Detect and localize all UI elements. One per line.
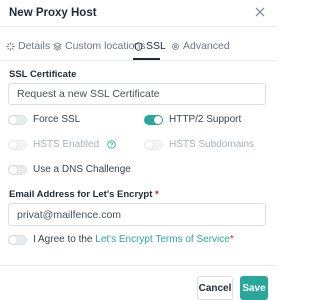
dns-challenge-label: Use a DNS Challenge bbox=[33, 164, 131, 175]
footer-divider bbox=[0, 265, 277, 266]
header-divider bbox=[0, 26, 277, 27]
ssl-certificate-value: Request a new SSL Certificate bbox=[17, 88, 160, 100]
modal-header: New Proxy Host bbox=[0, 0, 277, 26]
tab-details[interactable]: Details bbox=[6, 34, 50, 58]
dns-challenge-row: Use a DNS Challenge bbox=[8, 164, 131, 175]
tab-advanced-label: Advanced bbox=[183, 40, 230, 52]
shield-icon bbox=[134, 41, 143, 51]
bolt-icon bbox=[6, 41, 15, 51]
save-button[interactable]: Save bbox=[240, 276, 268, 300]
tab-details-label: Details bbox=[18, 40, 51, 52]
email-field[interactable]: privat@mailfence.com bbox=[8, 203, 266, 226]
terms-of-service-link[interactable]: Let's Encrypt Terms of Service bbox=[95, 234, 230, 245]
email-value: privat@mailfence.com bbox=[17, 208, 122, 221]
hsts-enabled-label: HSTS Enabled bbox=[33, 139, 100, 150]
hsts-subdomains-row: HSTS Subdomains bbox=[144, 139, 254, 150]
dns-challenge-toggle[interactable] bbox=[8, 164, 27, 175]
agree-tos-row: I Agree to the Let's Encrypt Terms of Se… bbox=[8, 234, 234, 245]
agree-tos-toggle[interactable] bbox=[8, 234, 27, 245]
email-label: Email Address for Let's Encrypt * bbox=[9, 189, 159, 200]
force-ssl-label: Force SSL bbox=[33, 114, 81, 125]
layers-icon bbox=[53, 41, 62, 51]
email-label-text: Email Address for Let's Encrypt bbox=[9, 189, 153, 200]
email-required-mark: * bbox=[155, 189, 159, 200]
http2-support-row: HTTP/2 Support bbox=[144, 114, 241, 125]
tab-bar: Details Custom locations SSL Advanced bbox=[0, 34, 277, 60]
http2-support-label: HTTP/2 Support bbox=[169, 114, 242, 125]
modal-title: New Proxy Host bbox=[9, 7, 97, 19]
cancel-button[interactable]: Cancel bbox=[197, 276, 233, 300]
hsts-subdomains-toggle[interactable] bbox=[144, 139, 163, 150]
tab-ssl[interactable]: SSL bbox=[134, 34, 166, 58]
tab-advanced[interactable]: Advanced bbox=[171, 34, 230, 58]
agree-tos-prefix: I Agree to the bbox=[33, 234, 96, 245]
force-ssl-row: Force SSL bbox=[8, 114, 80, 125]
ssl-certificate-select[interactable]: Request a new SSL Certificate bbox=[8, 83, 266, 105]
ssl-certificate-label: SSL Certificate bbox=[9, 69, 77, 80]
tabs-divider bbox=[0, 60, 277, 61]
agree-tos-label: I Agree to the Let's Encrypt Terms of Se… bbox=[33, 234, 234, 245]
force-ssl-toggle[interactable] bbox=[8, 114, 27, 125]
hsts-enabled-toggle[interactable] bbox=[8, 139, 27, 150]
http2-support-toggle[interactable] bbox=[144, 114, 163, 125]
hsts-enabled-row: HSTS Enabled bbox=[8, 139, 116, 150]
agree-required-mark: * bbox=[229, 234, 234, 245]
tab-ssl-label: SSL bbox=[146, 40, 166, 52]
gear-icon bbox=[171, 42, 180, 51]
hsts-subdomains-label: HSTS Subdomains bbox=[169, 139, 255, 150]
tab-custom-locations[interactable]: Custom locations bbox=[53, 34, 146, 58]
help-circle-icon[interactable] bbox=[107, 140, 116, 149]
close-icon[interactable] bbox=[253, 5, 267, 19]
